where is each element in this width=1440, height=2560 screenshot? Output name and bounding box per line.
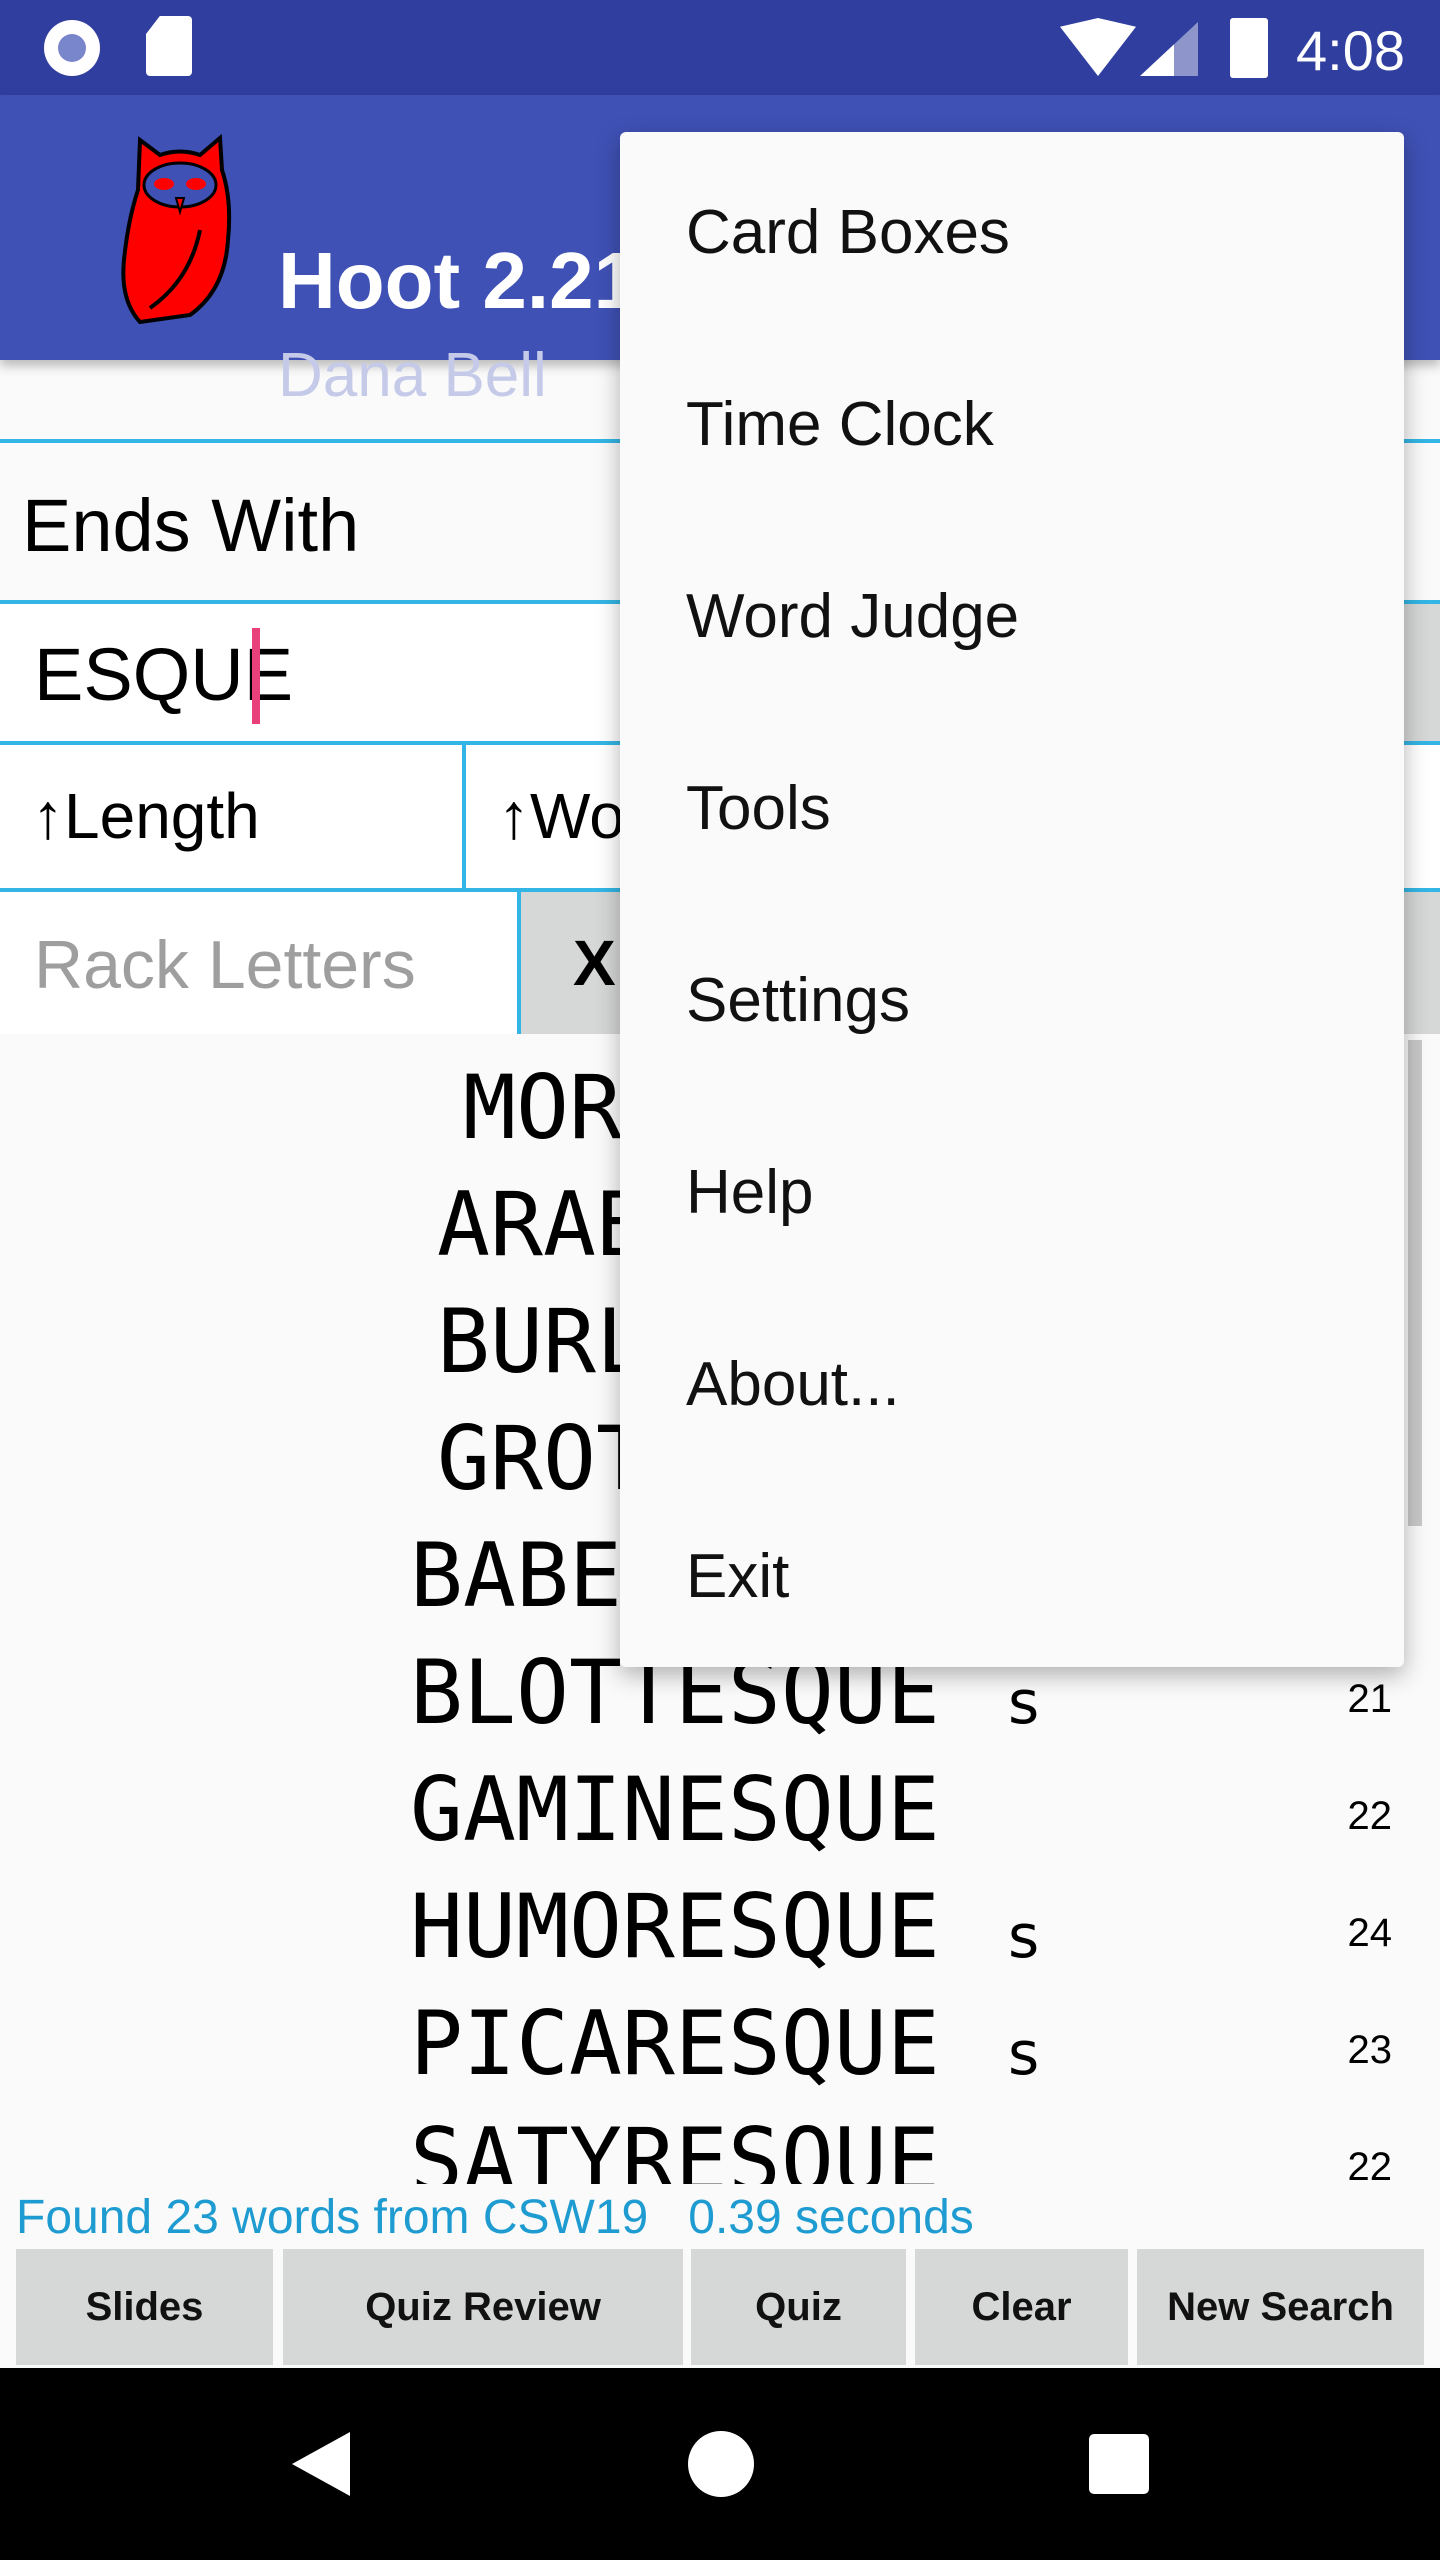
text-cursor xyxy=(252,628,260,724)
sort-word-label: ↑Wo xyxy=(498,780,625,852)
result-hook: s xyxy=(1008,1902,1040,1972)
status-time: 4:08 xyxy=(1296,19,1405,82)
result-word[interactable]: SATYRESQUE xyxy=(410,2117,940,2185)
sd-card-icon xyxy=(146,16,192,76)
status-bar: 4:08 xyxy=(0,0,1440,95)
menu-item-word-judge[interactable]: Word Judge xyxy=(620,520,1404,712)
rack-placeholder: Rack Letters xyxy=(34,927,416,1003)
clear-rack-label: X xyxy=(573,927,616,999)
search-type-label: Ends With xyxy=(22,484,360,567)
quiz-button[interactable]: Quiz xyxy=(691,2249,906,2365)
result-score: 23 xyxy=(1347,2028,1393,2072)
result-score: 22 xyxy=(1347,1794,1393,1838)
result-score: 21 xyxy=(1347,1677,1393,1721)
signal-icon xyxy=(1140,22,1198,76)
back-icon[interactable] xyxy=(292,2432,350,2496)
result-word[interactable]: BURL xyxy=(437,1298,649,1386)
menu-item-help[interactable]: Help xyxy=(620,1096,1404,1288)
result-hook: s xyxy=(1008,2019,1040,2089)
radio-icon xyxy=(44,20,100,76)
scrollbar[interactable] xyxy=(1408,1040,1422,1526)
menu-item-about[interactable]: About... xyxy=(620,1288,1404,1480)
result-score: 22 xyxy=(1347,2145,1393,2184)
result-hook: s xyxy=(1008,1668,1040,1738)
battery-icon xyxy=(1230,18,1268,78)
app-title: Hoot 2.21 xyxy=(278,236,639,325)
result-word[interactable]: PICARESQUE xyxy=(410,2000,940,2088)
owl-logo xyxy=(121,133,232,325)
sort-length-label: ↑Length xyxy=(32,780,260,852)
overflow-menu: Card Boxes Time Clock Word Judge Tools Setti… xyxy=(620,132,1404,1667)
result-word[interactable]: BABE xyxy=(410,1532,622,1620)
menu-item-card-boxes[interactable]: Card Boxes xyxy=(620,136,1404,328)
app-subtitle: Dana Bell xyxy=(278,341,547,410)
menu-item-tools[interactable]: Tools xyxy=(620,712,1404,904)
pattern-side-button[interactable] xyxy=(1400,604,1440,741)
navigation-bar xyxy=(0,2368,1440,2560)
result-word[interactable]: ARAB xyxy=(437,1181,649,1269)
slides-button[interactable]: Slides xyxy=(16,2249,273,2365)
found-status: Found 23 words from CSW19 0.39 seconds xyxy=(16,2191,974,2244)
quiz-review-button[interactable]: Quiz Review xyxy=(283,2249,683,2365)
result-word[interactable]: MOR xyxy=(463,1064,622,1152)
result-word[interactable]: GAMINESQUE xyxy=(410,1766,940,1854)
menu-item-exit[interactable]: Exit xyxy=(620,1480,1404,1672)
sort-length-button[interactable]: ↑Length xyxy=(0,745,464,888)
result-word[interactable]: GROT xyxy=(437,1415,649,1503)
rack-letters-input[interactable]: Rack Letters xyxy=(0,892,517,1034)
new-search-button[interactable]: New Search xyxy=(1137,2249,1424,2365)
recents-icon[interactable] xyxy=(1089,2434,1149,2494)
clear-button[interactable]: Clear xyxy=(915,2249,1128,2365)
home-icon[interactable] xyxy=(688,2431,754,2497)
result-score: 24 xyxy=(1347,1911,1393,1955)
menu-item-time-clock[interactable]: Time Clock xyxy=(620,328,1404,520)
wifi-icon xyxy=(1060,18,1136,76)
menu-item-settings[interactable]: Settings xyxy=(620,904,1404,1096)
result-word[interactable]: HUMORESQUE xyxy=(410,1883,940,1971)
